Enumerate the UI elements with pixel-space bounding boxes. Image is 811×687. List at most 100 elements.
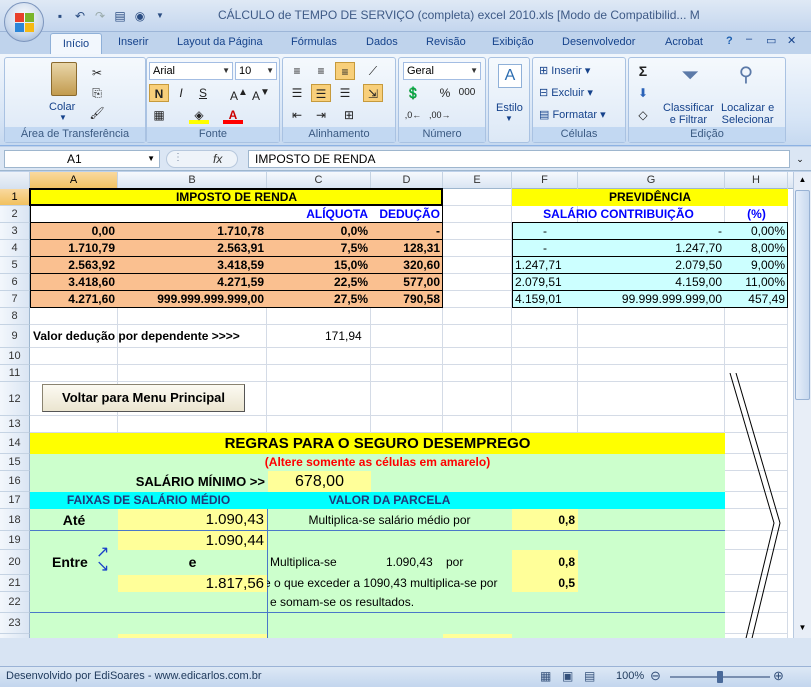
ir-max[interactable]: 1.710,78 <box>118 223 267 240</box>
row-header[interactable]: 19 <box>0 531 30 550</box>
page-layout-icon[interactable]: ▣ <box>562 669 573 683</box>
form-icon[interactable]: ▤ <box>112 8 128 24</box>
expand-formula-icon[interactable]: ⌄ <box>793 150 807 168</box>
seg-subtitle[interactable]: (Altere somente as células em amarelo) <box>30 454 725 471</box>
copy-icon[interactable]: ⎘ <box>87 84 107 102</box>
close-icon[interactable]: ✕ <box>787 34 796 47</box>
prev-pct[interactable]: 0,00% <box>725 223 788 240</box>
align-right-icon[interactable]: ☰ <box>335 84 355 102</box>
tab-formulas[interactable]: Fórmulas <box>291 36 337 48</box>
row-header[interactable]: 17 <box>0 492 30 509</box>
seg-title[interactable]: REGRAS PARA O SEGURO DESEMPREGO <box>30 433 725 454</box>
insert-cells-button[interactable]: ⊞ Inserir ▾ <box>539 64 590 77</box>
row-header[interactable]: 20 <box>0 550 30 575</box>
fx-button[interactable]: fx <box>213 152 222 166</box>
zoom-slider-thumb[interactable] <box>717 671 723 683</box>
cut-icon[interactable]: ✂ <box>87 64 107 82</box>
underline-button[interactable]: S <box>193 84 213 102</box>
wrap-text-icon[interactable]: ⇲ <box>363 84 383 102</box>
styles-icon[interactable]: A <box>498 64 522 88</box>
dep-value[interactable]: 171,94 <box>267 325 371 348</box>
entre-e[interactable]: e <box>118 550 267 575</box>
minimize-icon[interactable]: – <box>746 33 752 45</box>
currency-icon[interactable]: 💲 <box>403 84 423 102</box>
tab-layout[interactable]: Layout da Página <box>177 36 263 48</box>
entre-v2[interactable]: 1.817,56 <box>118 575 267 592</box>
prev-min[interactable]: 4.159,01 <box>512 291 578 308</box>
ate-label[interactable]: Até <box>30 509 118 531</box>
undo-icon[interactable]: ↶ <box>72 8 88 24</box>
fill-color-icon[interactable]: ◈ <box>189 106 209 124</box>
r21-text[interactable]: e o que exceder a 1090,43 multiplica-se … <box>267 575 512 592</box>
vertical-scrollbar[interactable]: ▲ ▼ <box>793 172 811 638</box>
prev-min[interactable]: - <box>512 223 578 240</box>
tab-acrobat[interactable]: Acrobat <box>665 36 703 48</box>
customize-qat-icon[interactable]: ▼ <box>152 8 168 24</box>
number-format-combo[interactable]: Geral ▼ <box>403 62 481 80</box>
grow-font-icon[interactable]: A▲ <box>229 84 249 103</box>
styles-dropdown-icon[interactable]: ▼ <box>505 114 513 123</box>
ir-deducao[interactable]: 128,31 <box>371 240 443 257</box>
bold-button[interactable]: N <box>149 84 169 102</box>
row-header[interactable]: 7 <box>0 291 30 308</box>
formula-input[interactable]: IMPOSTO DE RENDA <box>248 150 790 168</box>
ate-mult[interactable]: 0,8 <box>512 509 578 531</box>
find-select-button[interactable]: Localizar e Selecionar <box>721 102 774 126</box>
prev-pct[interactable]: 457,49 <box>725 291 788 308</box>
align-left-icon[interactable]: ☰ <box>287 84 307 102</box>
back-to-menu-button[interactable]: Voltar para Menu Principal <box>42 384 245 412</box>
ir-min[interactable]: 0,00 <box>30 223 118 240</box>
column-header[interactable]: B <box>118 172 267 189</box>
column-header[interactable]: A <box>30 172 118 189</box>
align-top-icon[interactable]: ≡ <box>287 62 307 80</box>
salario-minimo-label[interactable]: SALÁRIO MÍNIMO >> <box>30 471 268 492</box>
align-bottom-icon[interactable]: ≡ <box>335 62 355 80</box>
scroll-thumb[interactable] <box>795 190 810 400</box>
tab-desenvolvedor[interactable]: Desenvolvedor <box>562 36 635 48</box>
row-header[interactable]: 3 <box>0 223 30 240</box>
row-header[interactable]: 22 <box>0 592 30 613</box>
save-icon[interactable]: ▪ <box>52 8 68 24</box>
increase-indent-icon[interactable]: ⇥ <box>311 106 331 124</box>
ir-aliquota[interactable]: 0,0% <box>267 223 371 240</box>
font-color-icon[interactable]: A <box>223 106 243 124</box>
prev-pct[interactable]: 9,00% <box>725 257 788 274</box>
font-size-combo[interactable]: 10 ▼ <box>235 62 277 80</box>
row-header[interactable]: 11 <box>0 365 30 382</box>
ir-aliquota[interactable]: 27,5% <box>267 291 371 308</box>
increase-decimal-icon[interactable]: ,0← <box>403 106 423 124</box>
italic-button[interactable]: I <box>171 84 191 102</box>
row-header[interactable]: 10 <box>0 348 30 365</box>
select-all-corner[interactable] <box>0 172 30 189</box>
ir-max[interactable]: 999.999.999.999,00 <box>118 291 267 308</box>
ir-min[interactable]: 2.563,92 <box>30 257 118 274</box>
row-header[interactable]: 12 <box>0 382 30 416</box>
zoom-level[interactable]: 100% <box>616 670 644 682</box>
salario-minimo-value[interactable]: 678,00 <box>268 471 371 492</box>
normal-view-icon[interactable]: ▦ <box>540 669 551 683</box>
row-header[interactable]: 16 <box>0 471 30 492</box>
r22-text[interactable]: e somam-se os resultados. <box>267 592 512 613</box>
row-header[interactable]: 15 <box>0 454 30 471</box>
tab-inicio[interactable]: Início <box>50 33 102 55</box>
ir-deducao[interactable]: - <box>371 223 443 240</box>
column-header[interactable]: E <box>443 172 512 189</box>
row-header[interactable]: 6 <box>0 274 30 291</box>
shrink-font-icon[interactable]: A▼ <box>251 84 271 103</box>
r20-mult[interactable]: 0,8 <box>512 550 578 575</box>
autosum-button[interactable]: Σ <box>633 62 653 80</box>
zoom-out-icon[interactable]: ⊖ <box>650 668 661 684</box>
sort-filter-icon[interactable]: ⏷ <box>677 62 703 90</box>
decrease-indent-icon[interactable]: ⇤ <box>287 106 307 124</box>
binoculars-icon[interactable]: ⚲ <box>733 62 759 90</box>
format-painter-icon[interactable]: 🖌 <box>87 104 107 122</box>
tab-exibicao[interactable]: Exibição <box>492 36 534 48</box>
column-header[interactable]: H <box>725 172 788 189</box>
ir-min[interactable]: 3.418,60 <box>30 274 118 291</box>
tab-revisao[interactable]: Revisão <box>426 36 466 48</box>
prev-title[interactable]: PREVIDÊNCIA <box>512 189 788 206</box>
column-header[interactable]: F <box>512 172 578 189</box>
align-middle-icon[interactable]: ≡ <box>311 62 331 80</box>
name-box[interactable]: A1 ▼ <box>4 150 160 168</box>
prev-max[interactable]: 99.999.999.999,00 <box>578 291 725 308</box>
